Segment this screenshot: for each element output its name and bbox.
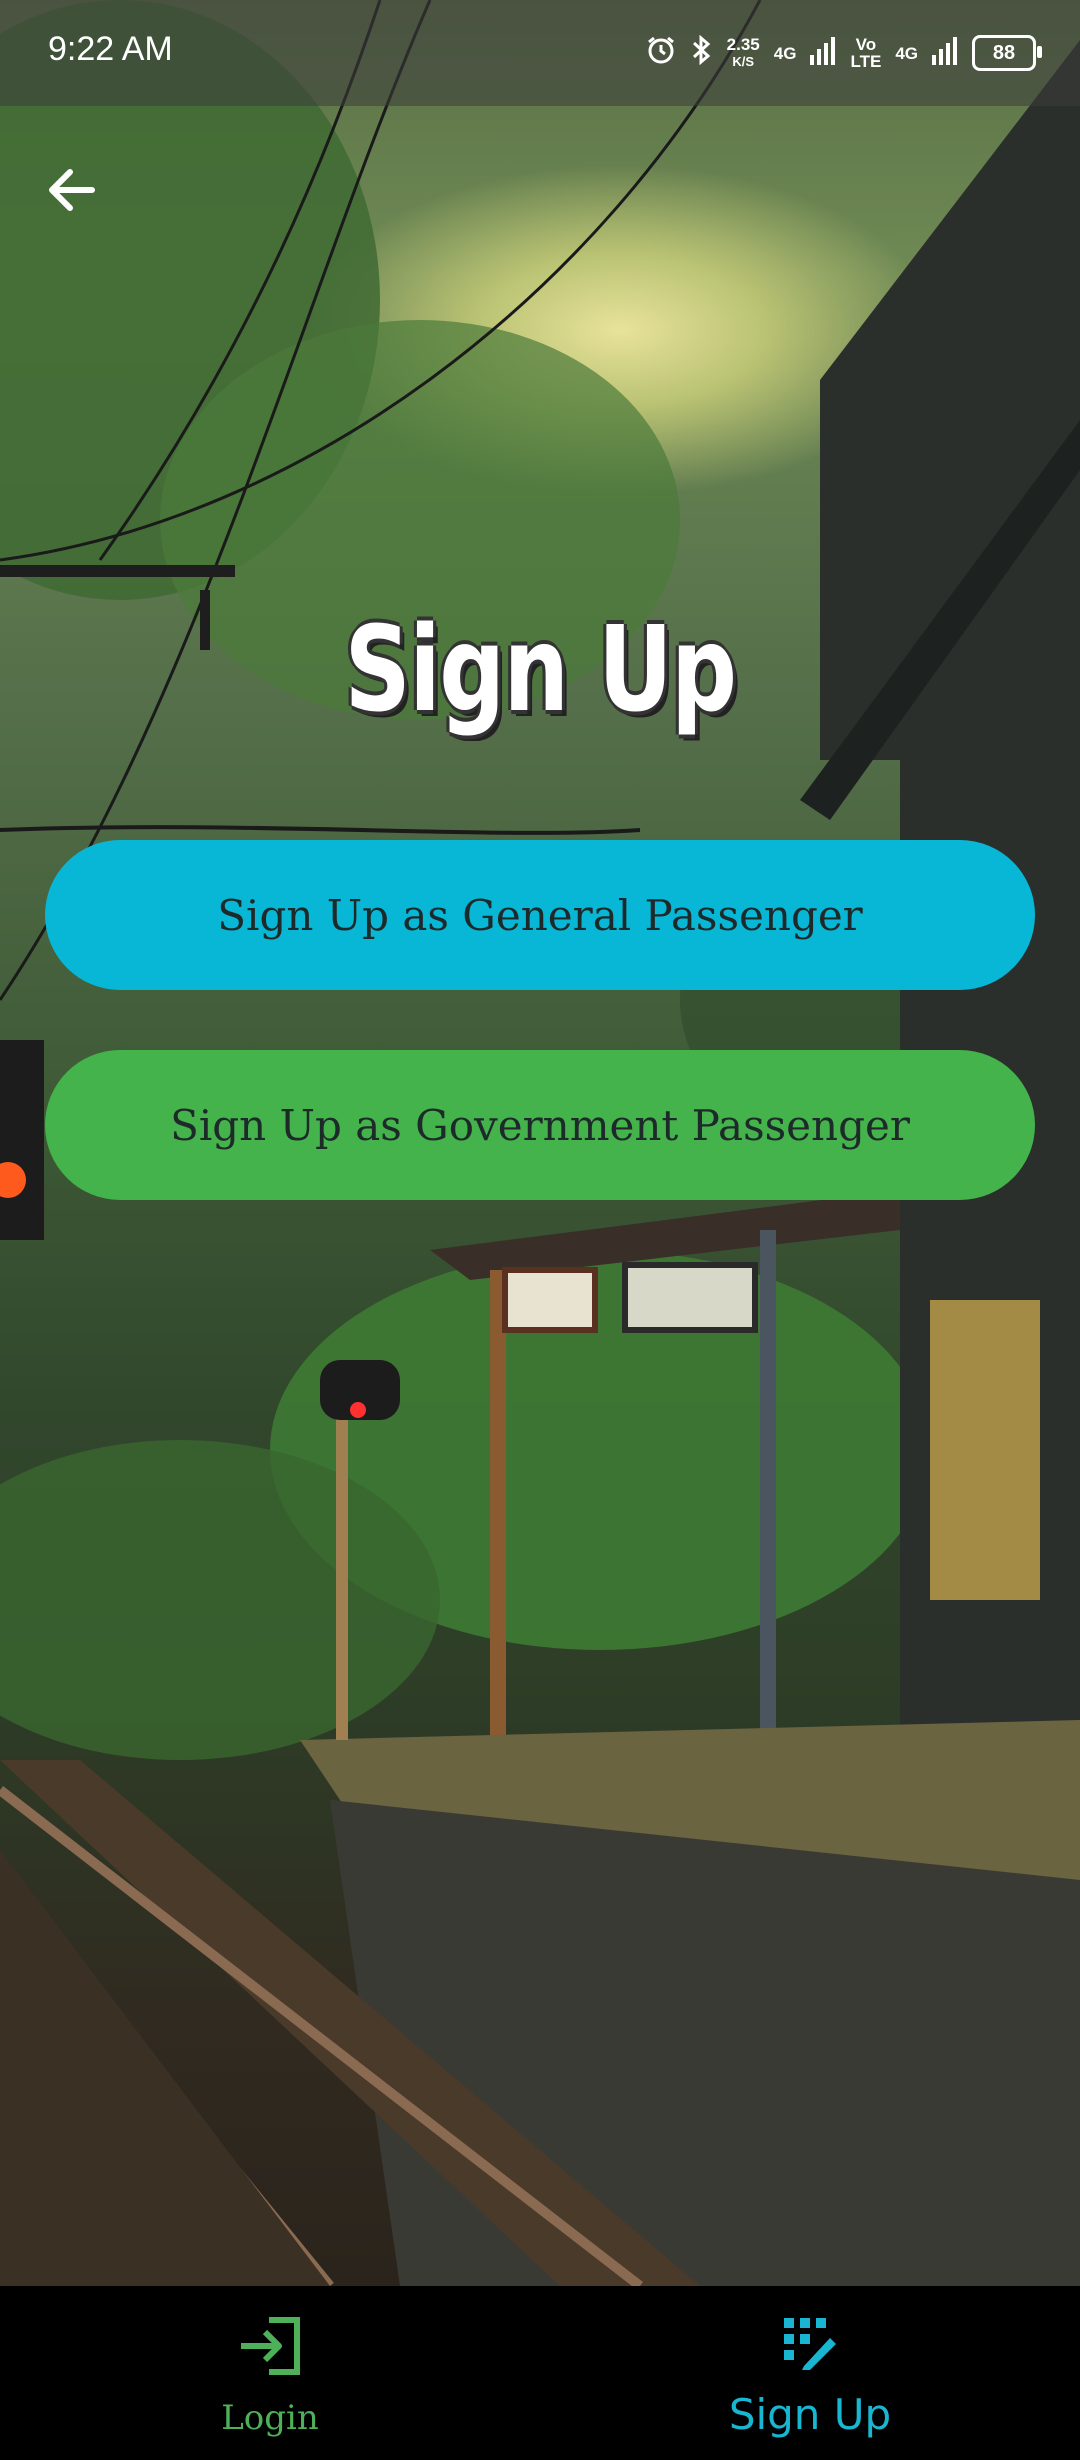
status-time: 9:22 AM bbox=[48, 30, 173, 68]
back-button[interactable] bbox=[40, 160, 104, 224]
signal-icon bbox=[932, 35, 958, 72]
page-title: Sign Up bbox=[344, 600, 738, 738]
bluetooth-icon bbox=[691, 34, 713, 73]
status-bar: 9:22 AM 2.35 K/S 4G Vo LTE 4G 88 bbox=[0, 0, 1080, 106]
network-speed: 2.35 K/S bbox=[726, 35, 760, 69]
arrow-left-icon bbox=[44, 162, 100, 222]
status-icons: 2.35 K/S 4G Vo LTE 4G 88 bbox=[645, 28, 1042, 78]
signup-government-label: Sign Up as Government Passenger bbox=[170, 1100, 910, 1150]
nav-label-login: Login bbox=[221, 2398, 319, 2438]
signup-icon bbox=[782, 2316, 838, 2376]
signup-government-passenger-button[interactable]: Sign Up as Government Passenger bbox=[45, 1050, 1035, 1200]
volte-indicator: Vo LTE bbox=[850, 35, 882, 71]
login-icon bbox=[237, 2316, 303, 2380]
signup-general-label: Sign Up as General Passenger bbox=[217, 890, 863, 940]
nav-item-login[interactable]: Login bbox=[0, 2286, 540, 2460]
network-type-2: 4G bbox=[895, 43, 918, 63]
alarm-icon bbox=[645, 34, 677, 73]
battery-level: 88 bbox=[992, 41, 1016, 64]
bottom-navigation: Login Sign Up bbox=[0, 2286, 1080, 2460]
signal-icon bbox=[810, 35, 836, 72]
nav-label-signup: Sign Up bbox=[728, 2390, 892, 2439]
nav-item-signup[interactable]: Sign Up bbox=[540, 2286, 1080, 2460]
battery-icon: 88 bbox=[972, 35, 1042, 71]
network-type-1: 4G bbox=[773, 43, 797, 63]
signup-general-passenger-button[interactable]: Sign Up as General Passenger bbox=[45, 840, 1035, 990]
